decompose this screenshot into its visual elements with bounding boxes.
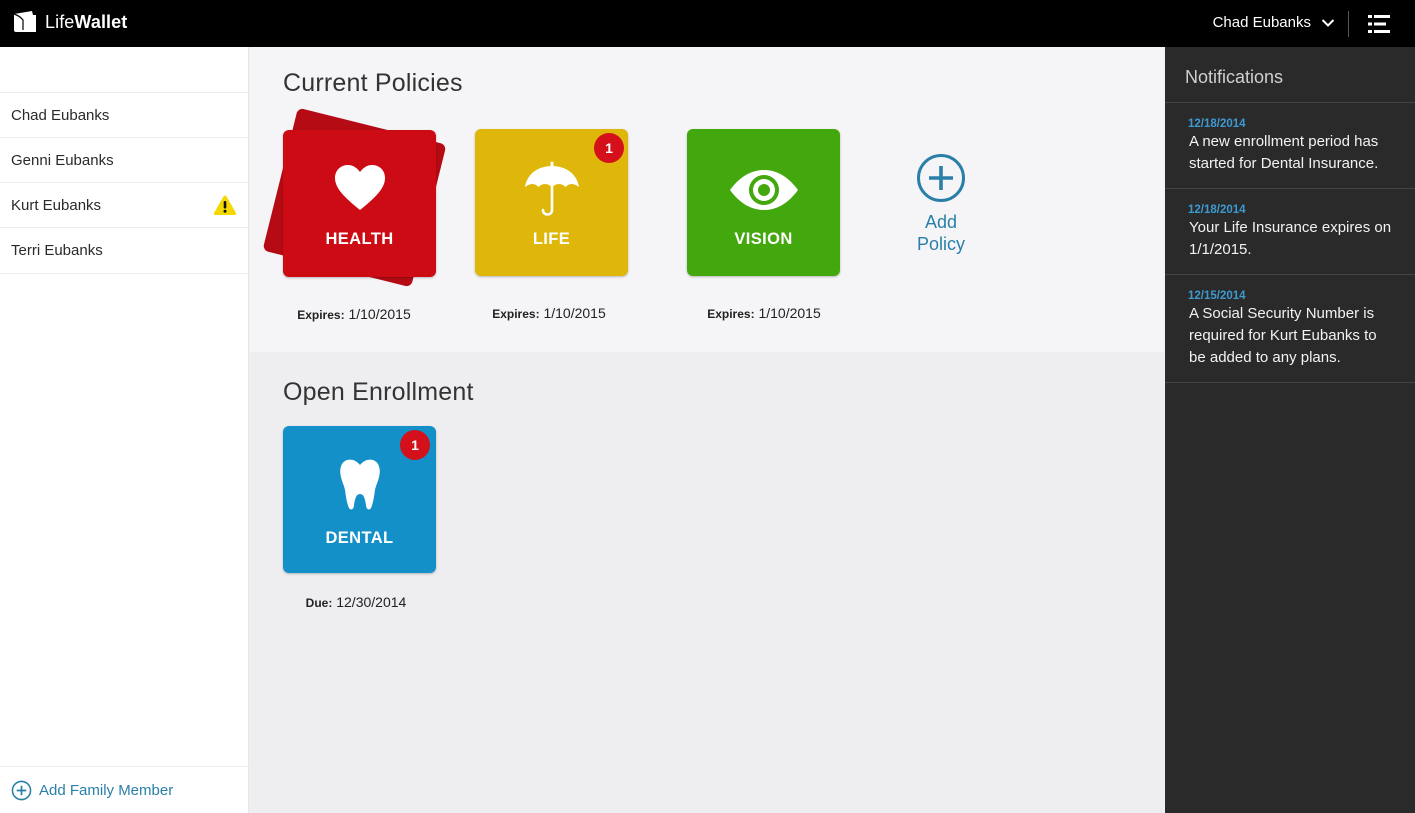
notification-item[interactable]: 12/18/2014 Your Life Insurance expires o… xyxy=(1165,188,1415,274)
notification-date: 12/15/2014 xyxy=(1188,290,1246,302)
dental-due: Due: 12/30/2014 xyxy=(256,594,456,610)
policy-tile-vision[interactable]: VISION xyxy=(687,129,840,276)
notification-date: 12/18/2014 xyxy=(1188,118,1246,130)
notification-badge: 1 xyxy=(400,430,430,460)
expires-label: Expires: xyxy=(297,308,345,322)
list-menu-icon[interactable] xyxy=(1368,14,1390,34)
member-name: Kurt Eubanks xyxy=(11,196,102,214)
notification-item[interactable]: 12/15/2014 A Social Security Number is r… xyxy=(1165,274,1415,383)
health-expiry: Expires: 1/10/2015 xyxy=(254,306,454,322)
add-family-member-button[interactable]: Add Family Member xyxy=(0,766,249,813)
top-bar: LifeWallet Chad Eubanks xyxy=(0,0,1415,47)
policy-label: LIFE xyxy=(532,230,571,248)
tooth-icon xyxy=(339,459,380,510)
notification-text: A new enrollment period has started for … xyxy=(1189,133,1379,172)
member-chad-eubanks[interactable]: Chad Eubanks xyxy=(0,92,249,137)
notification-text: Your Life Insurance expires on 1/1/2015. xyxy=(1189,219,1392,258)
member-name: Genni Eubanks xyxy=(11,151,114,169)
add-family-member-label: Add Family Member xyxy=(39,781,174,799)
vision-expiry: Expires: 1/10/2015 xyxy=(664,305,864,321)
expires-date: 1/10/2015 xyxy=(348,306,411,322)
plus-circle-icon xyxy=(917,154,965,202)
member-genni-eubanks[interactable]: Genni Eubanks xyxy=(0,137,249,182)
member-name: Chad Eubanks xyxy=(11,106,110,124)
plus-circle-icon xyxy=(11,780,32,800)
current-policies-section: Current Policies HEALTH Expires: 1/10/20… xyxy=(250,47,1164,352)
eye-icon xyxy=(729,170,798,210)
expires-label: Expires: xyxy=(492,307,540,321)
policy-label: VISION xyxy=(734,230,793,248)
expires-date: 1/10/2015 xyxy=(543,305,606,321)
open-enrollment-section: Open Enrollment DENTAL 1 Due: 12/30/2014 xyxy=(250,352,1164,813)
life-expiry: Expires: 1/10/2015 xyxy=(449,305,649,321)
expires-date: 1/10/2015 xyxy=(758,305,821,321)
notification-date: 12/18/2014 xyxy=(1188,204,1246,216)
divider xyxy=(1348,11,1349,37)
member-terri-eubanks[interactable]: Terri Eubanks xyxy=(0,227,249,274)
user-name: Chad Eubanks xyxy=(1212,14,1311,31)
enrollment-tile-dental[interactable]: DENTAL 1 xyxy=(283,426,436,573)
add-policy-button[interactable]: Add Policy xyxy=(913,153,969,255)
add-policy-label: Add Policy xyxy=(916,212,965,254)
logo[interactable]: LifeWallet xyxy=(12,10,127,34)
notification-badge: 1 xyxy=(594,133,624,163)
section-title-current-policies: Current Policies xyxy=(283,69,463,97)
notifications-panel: Notifications 12/18/2014 A new enrollmen… xyxy=(1165,47,1415,813)
notifications-title: Notifications xyxy=(1185,67,1284,87)
due-label: Due: xyxy=(305,596,333,610)
family-sidebar: Chad Eubanks Genni Eubanks Kurt Eubanks … xyxy=(0,47,249,813)
wallet-icon xyxy=(13,11,36,32)
policy-tile-health[interactable]: HEALTH xyxy=(283,130,436,277)
notification-text: A Social Security Number is required for… xyxy=(1189,305,1377,366)
policy-label: HEALTH xyxy=(325,230,394,248)
notifications-list: 12/18/2014 A new enrollment period has s… xyxy=(1165,102,1415,383)
section-title-open-enrollment: Open Enrollment xyxy=(283,378,474,406)
member-name: Terri Eubanks xyxy=(11,242,103,259)
warning-icon xyxy=(213,195,237,215)
umbrella-icon xyxy=(524,161,579,216)
enrollment-label: DENTAL xyxy=(325,529,394,547)
heart-icon xyxy=(334,165,385,210)
chevron-down-icon xyxy=(1321,18,1335,27)
notification-item[interactable]: 12/18/2014 A new enrollment period has s… xyxy=(1165,102,1415,188)
policy-tile-life[interactable]: LIFE 1 xyxy=(475,129,628,276)
brand-name: LifeWallet xyxy=(45,11,128,32)
member-kurt-eubanks[interactable]: Kurt Eubanks xyxy=(0,182,249,227)
due-date: 12/30/2014 xyxy=(336,594,407,610)
user-menu[interactable]: Chad Eubanks xyxy=(1213,14,1335,31)
expires-label: Expires: xyxy=(707,307,755,321)
